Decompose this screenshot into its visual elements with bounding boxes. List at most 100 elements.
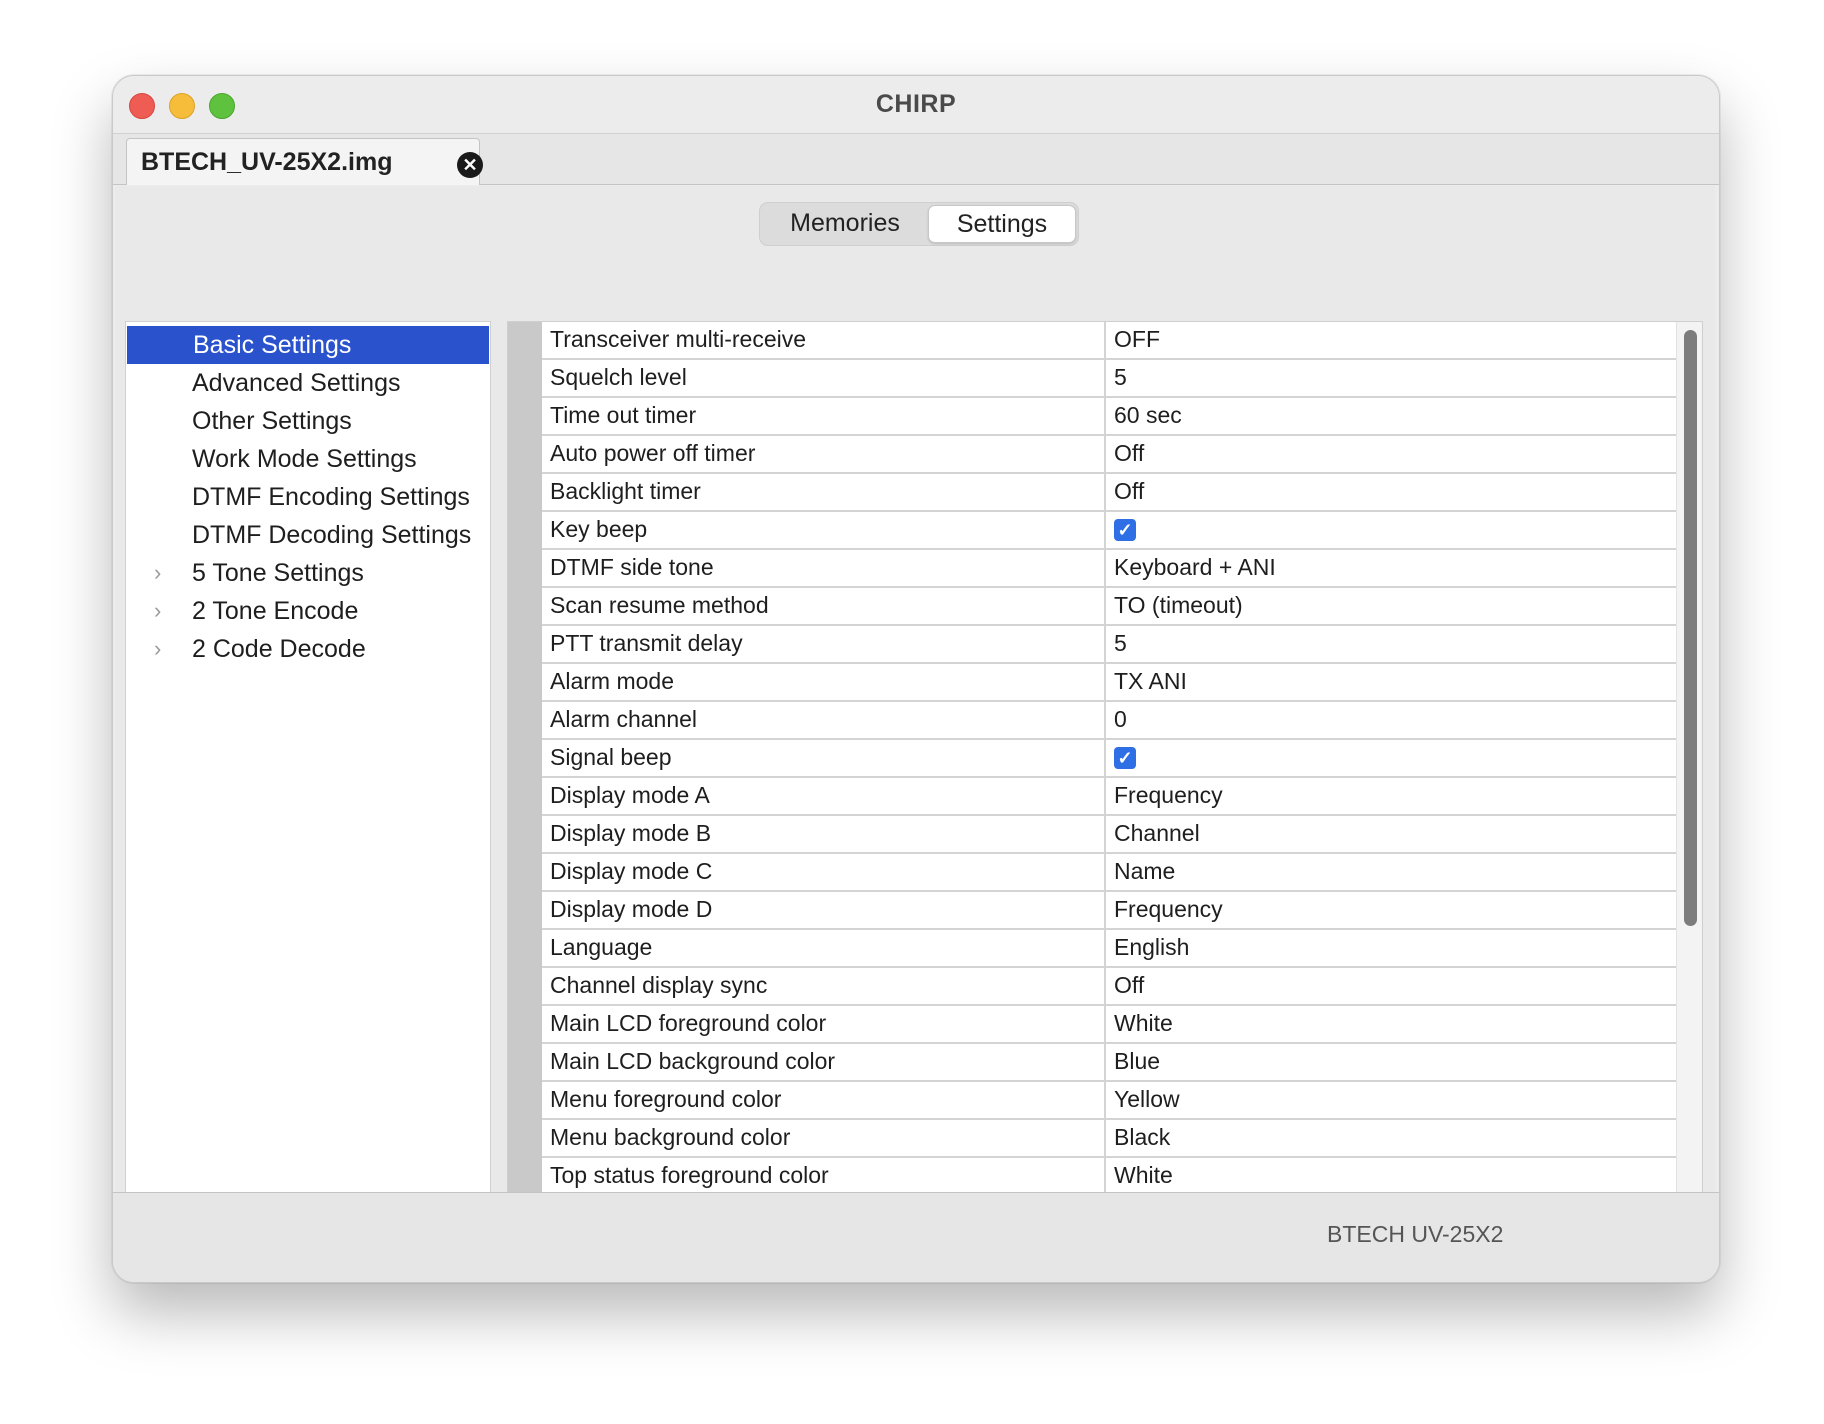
table-row[interactable]: DTMF side tone Keyboard + ANI (542, 550, 1676, 588)
window-title: CHIRP (875, 90, 957, 118)
table-row[interactable]: Language English (542, 930, 1676, 968)
file-tab[interactable]: BTECH_UV-25X2.img ✕ (126, 138, 483, 185)
column-divider (1104, 1120, 1106, 1156)
setting-name: Squelch level (550, 364, 687, 390)
setting-name: Channel display sync (550, 972, 768, 998)
table-row[interactable]: Auto power off timer Off (542, 436, 1676, 474)
setting-value[interactable]: 5 (1114, 626, 1127, 661)
column-divider (1104, 930, 1106, 966)
scrollbar-thumb[interactable] (1684, 330, 1697, 926)
column-divider (1104, 512, 1106, 548)
checkbox-icon[interactable]: ✓ (1114, 519, 1136, 541)
column-divider (1104, 474, 1106, 510)
setting-value[interactable]: Frequency (1114, 778, 1223, 813)
table-row[interactable]: Menu background color Black (542, 1120, 1676, 1158)
close-tab-icon[interactable]: ✕ (457, 152, 483, 178)
table-row[interactable]: Display mode A Frequency (542, 778, 1676, 816)
column-divider (1104, 664, 1106, 700)
title-bar: CHIRP (113, 76, 1719, 134)
setting-value[interactable]: Off (1114, 436, 1144, 471)
setting-value[interactable]: Blue (1114, 1044, 1160, 1079)
table-row[interactable]: Channel display sync Off (542, 968, 1676, 1006)
checkbox-icon[interactable]: ✓ (1114, 747, 1136, 769)
table-row[interactable]: Key beep ✓ (542, 512, 1676, 550)
table-row[interactable]: Top status foreground color White (542, 1158, 1676, 1196)
setting-name: Main LCD foreground color (550, 1010, 827, 1036)
table-row[interactable]: Scan resume method TO (timeout) (542, 588, 1676, 626)
sidebar-item-basic-settings[interactable]: Basic Settings (127, 326, 489, 364)
setting-value[interactable]: Name (1114, 854, 1175, 889)
table-row[interactable]: Time out timer 60 sec (542, 398, 1676, 436)
app-window: CHIRP BTECH_UV-25X2.img ✕ Memories Setti… (112, 75, 1720, 1283)
sidebar-item-work-mode-settings[interactable]: Work Mode Settings (126, 440, 490, 478)
table-row[interactable]: Backlight timer Off (542, 474, 1676, 512)
table-row[interactable]: Transceiver multi-receive OFF (542, 322, 1676, 360)
table-row[interactable]: Alarm channel 0 (542, 702, 1676, 740)
setting-name: Display mode D (550, 896, 713, 922)
settings-rows: Transceiver multi-receive OFF Squelch leve… (542, 322, 1676, 1278)
sidebar-item-dtmf-decoding-settings[interactable]: DTMF Decoding Settings (126, 516, 490, 554)
tab-memories[interactable]: Memories (762, 205, 928, 241)
setting-value[interactable]: Yellow (1114, 1082, 1180, 1117)
table-row[interactable]: Signal beep ✓ (542, 740, 1676, 778)
setting-value[interactable]: TO (timeout) (1114, 588, 1243, 623)
table-row[interactable]: Display mode C Name (542, 854, 1676, 892)
setting-name: Language (550, 934, 653, 960)
setting-value[interactable]: White (1114, 1158, 1173, 1193)
setting-value[interactable]: White (1114, 1006, 1173, 1041)
column-divider (1104, 702, 1106, 738)
sidebar-item-label: DTMF Encoding Settings (192, 483, 470, 511)
setting-value[interactable]: Off (1114, 968, 1144, 1003)
setting-name: Backlight timer (550, 478, 701, 504)
radio-model-status: BTECH UV-25X2 (1327, 1221, 1504, 1247)
table-row[interactable]: Main LCD background color Blue (542, 1044, 1676, 1082)
sidebar-item-advanced-settings[interactable]: Advanced Settings (126, 364, 490, 402)
setting-value[interactable]: Channel (1114, 816, 1200, 851)
sidebar-item-5-tone-settings[interactable]: › 5 Tone Settings (126, 554, 490, 592)
chevron-right-icon[interactable]: › (154, 630, 161, 668)
column-divider (1104, 892, 1106, 928)
setting-value[interactable]: Keyboard + ANI (1114, 550, 1276, 585)
vertical-scrollbar[interactable] (1676, 322, 1702, 1278)
column-divider (1104, 436, 1106, 472)
sidebar-item-other-settings[interactable]: Other Settings (126, 402, 490, 440)
setting-value[interactable]: 0 (1114, 702, 1127, 737)
column-divider (1104, 740, 1106, 776)
setting-name: Alarm mode (550, 668, 674, 694)
tab-settings[interactable]: Settings (928, 205, 1076, 243)
table-row[interactable]: Squelch level 5 (542, 360, 1676, 398)
setting-value[interactable]: 5 (1114, 360, 1127, 395)
column-divider (1104, 1006, 1106, 1042)
sidebar-item-label: 5 Tone Settings (192, 559, 364, 587)
setting-value[interactable]: OFF (1114, 322, 1160, 357)
sidebar-item-2-tone-encode[interactable]: › 2 Tone Encode (126, 592, 490, 630)
column-divider (1104, 322, 1106, 358)
settings-grid: Transceiver multi-receive OFF Squelch leve… (507, 321, 1703, 1279)
table-row[interactable]: Menu foreground color Yellow (542, 1082, 1676, 1120)
setting-value[interactable]: Frequency (1114, 892, 1223, 927)
chevron-right-icon[interactable]: › (154, 554, 161, 592)
setting-name: Signal beep (550, 744, 672, 770)
column-divider (1104, 1082, 1106, 1118)
setting-value[interactable]: Black (1114, 1120, 1170, 1155)
setting-value[interactable]: English (1114, 930, 1189, 965)
sidebar-item-dtmf-encoding-settings[interactable]: DTMF Encoding Settings (126, 478, 490, 516)
chevron-right-icon[interactable]: › (154, 592, 161, 630)
sidebar-item-label: Advanced Settings (192, 369, 401, 397)
table-row[interactable]: Alarm mode TX ANI (542, 664, 1676, 702)
table-row[interactable]: Display mode D Frequency (542, 892, 1676, 930)
sidebar-item-label: Work Mode Settings (192, 445, 417, 473)
table-row[interactable]: Main LCD foreground color White (542, 1006, 1676, 1044)
setting-value[interactable]: Off (1114, 474, 1144, 509)
setting-name: Display mode C (550, 858, 713, 884)
setting-value[interactable]: TX ANI (1114, 664, 1187, 699)
setting-name: Transceiver multi-receive (550, 326, 807, 352)
table-row[interactable]: PTT transmit delay 5 (542, 626, 1676, 664)
setting-value[interactable]: 60 sec (1114, 398, 1182, 433)
sidebar-item-2-code-decode[interactable]: › 2 Code Decode (126, 630, 490, 668)
sidebar-item-label: Other Settings (192, 407, 352, 435)
column-divider (1104, 854, 1106, 890)
column-divider (1104, 588, 1106, 624)
column-divider (1104, 550, 1106, 586)
table-row[interactable]: Display mode B Channel (542, 816, 1676, 854)
